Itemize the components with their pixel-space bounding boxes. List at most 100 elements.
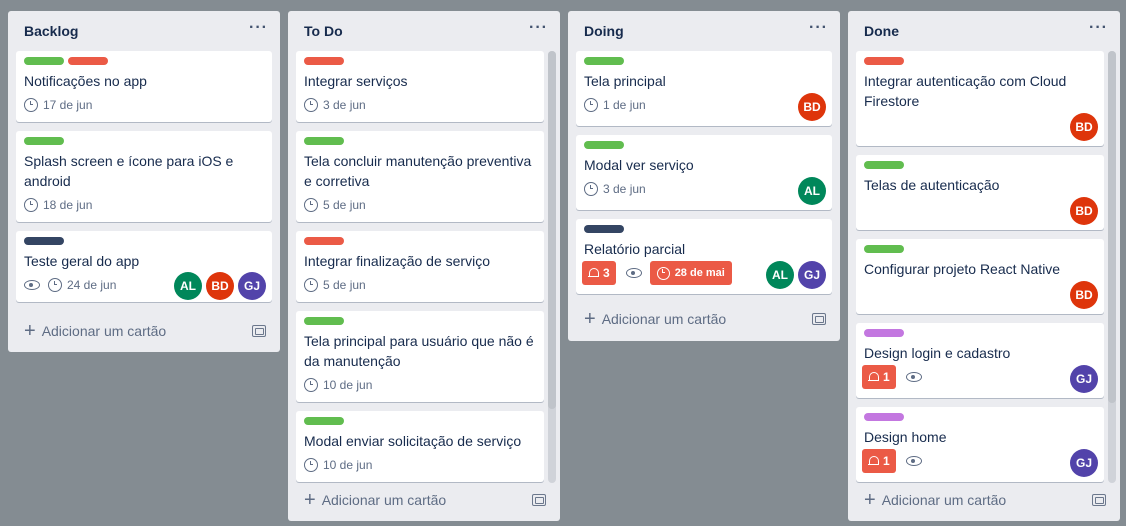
due-date-badge: 10 de jun: [304, 375, 372, 395]
label-green[interactable]: [864, 161, 904, 169]
list-menu-icon[interactable]: ···: [249, 20, 268, 39]
list-title[interactable]: Backlog: [24, 23, 78, 39]
avatar[interactable]: BD: [798, 93, 826, 121]
clock-icon: [48, 278, 62, 292]
eye-icon: [905, 372, 922, 382]
card-title-line: Tela principal para usuário que não é: [304, 333, 534, 349]
due-date-badge: 5 de jun: [304, 195, 366, 215]
card-title-line: e corretiva: [304, 173, 370, 189]
add-card-button[interactable]: + Adicionar um cartão: [296, 486, 456, 514]
card-title: Tela principal: [584, 73, 666, 89]
label-red[interactable]: [304, 237, 344, 245]
card-integrar-finalizacao[interactable]: Integrar finalização de serviço 5 de jun: [296, 231, 544, 302]
label-green[interactable]: [304, 317, 344, 325]
card-template-icon[interactable]: [252, 325, 266, 337]
label-green[interactable]: [24, 137, 64, 145]
label-green[interactable]: [584, 141, 624, 149]
card-title: Notificações no app: [24, 73, 147, 89]
avatar[interactable]: BD: [1070, 281, 1098, 309]
scrollbar[interactable]: [548, 51, 556, 483]
card-template-icon[interactable]: [812, 313, 826, 325]
due-date-text: 24 de jun: [67, 278, 117, 292]
card-title: Design home: [864, 429, 947, 445]
avatar[interactable]: AL: [798, 177, 826, 205]
due-date-text: 3 de jun: [603, 182, 646, 196]
add-card-button[interactable]: + Adicionar um cartão: [856, 486, 1016, 514]
clock-icon: [304, 198, 318, 212]
card-relatorio-parcial[interactable]: Relatório parcial 3 28 de mai AL GJ: [576, 219, 832, 294]
label-green[interactable]: [584, 57, 624, 65]
due-date-badge: 17 de jun: [24, 95, 92, 115]
label-red[interactable]: [68, 57, 108, 65]
overdue-date-badge[interactable]: 28 de mai: [649, 261, 732, 285]
card-badges: 5 de jun: [304, 195, 366, 215]
list-menu-icon[interactable]: ···: [809, 20, 828, 39]
card-title-line: da manutenção: [304, 353, 401, 369]
label-navy[interactable]: [584, 225, 624, 233]
card-labels: [304, 57, 344, 65]
card-tela-concluir-manutencao[interactable]: Tela concluir manutenção preventiva e co…: [296, 131, 544, 222]
card-title-line: Firestore: [864, 93, 920, 109]
card-splash-screen[interactable]: Splash screen e ícone para iOS e android…: [16, 131, 272, 222]
card-members: AL GJ: [766, 261, 826, 289]
card-tela-principal-usuario[interactable]: Tela principal para usuário que não é da…: [296, 311, 544, 402]
eye-icon: [24, 280, 40, 290]
list-title[interactable]: To Do: [304, 23, 343, 39]
card-template-icon[interactable]: [532, 494, 546, 506]
avatar[interactable]: BD: [1070, 113, 1098, 141]
card-template-icon[interactable]: [1092, 494, 1106, 506]
card-members: BD: [1070, 197, 1098, 225]
card-integrar-autenticacao[interactable]: Integrar autenticação com Cloud Firestor…: [856, 51, 1104, 146]
list-title[interactable]: Doing: [584, 23, 624, 39]
scrollbar[interactable]: [1108, 51, 1116, 483]
card-tela-principal[interactable]: Tela principal 1 de jun BD: [576, 51, 832, 126]
card-notificacoes[interactable]: Notificações no app 17 de jun: [16, 51, 272, 122]
avatar[interactable]: GJ: [798, 261, 826, 289]
clock-icon: [584, 182, 598, 196]
card-title: Integrar serviços: [304, 73, 408, 89]
label-green[interactable]: [864, 245, 904, 253]
card-labels: [24, 137, 64, 145]
label-green[interactable]: [304, 137, 344, 145]
clock-icon: [584, 98, 598, 112]
card-telas-autenticacao[interactable]: Telas de autenticação BD: [856, 155, 1104, 230]
list-title[interactable]: Done: [864, 23, 899, 39]
list-menu-icon[interactable]: ···: [529, 20, 548, 39]
label-red[interactable]: [864, 57, 904, 65]
card-teste-geral[interactable]: Teste geral do app 24 de jun AL BD GJ: [16, 231, 272, 302]
list-menu-icon[interactable]: ···: [1089, 20, 1108, 39]
avatar[interactable]: BD: [206, 272, 234, 300]
bell-icon: [868, 455, 879, 467]
card-labels: [304, 237, 344, 245]
avatar[interactable]: BD: [1070, 197, 1098, 225]
label-red[interactable]: [304, 57, 344, 65]
due-date-badge: 5 de jun: [304, 275, 366, 295]
card-badges: 1: [862, 365, 922, 389]
label-purple[interactable]: [864, 329, 904, 337]
notification-count: 1: [883, 454, 890, 468]
card-labels: [864, 161, 904, 169]
card-design-login-cadastro[interactable]: Design login e cadastro 1 GJ: [856, 323, 1104, 398]
add-card-button[interactable]: + Adicionar um cartão: [576, 305, 736, 333]
label-navy[interactable]: [24, 237, 64, 245]
card-configurar-react-native[interactable]: Configurar projeto React Native BD: [856, 239, 1104, 314]
avatar[interactable]: AL: [174, 272, 202, 300]
card-modal-enviar-solicitacao[interactable]: Modal enviar solicitação de serviço 10 d…: [296, 411, 544, 482]
avatar[interactable]: GJ: [1070, 365, 1098, 393]
card-members: BD: [1070, 281, 1098, 309]
label-purple[interactable]: [864, 413, 904, 421]
card-integrar-servicos[interactable]: Integrar serviços 3 de jun: [296, 51, 544, 122]
label-green[interactable]: [24, 57, 64, 65]
label-green[interactable]: [304, 417, 344, 425]
scrollbar-thumb[interactable]: [1108, 51, 1116, 403]
card-labels: [304, 317, 344, 325]
avatar[interactable]: GJ: [1070, 449, 1098, 477]
scrollbar-thumb[interactable]: [548, 51, 556, 409]
add-card-button[interactable]: + Adicionar um cartão: [16, 317, 176, 345]
card-title: Modal enviar solicitação de serviço: [304, 433, 522, 449]
avatar[interactable]: GJ: [238, 272, 266, 300]
card-modal-ver-servico[interactable]: Modal ver serviço 3 de jun AL: [576, 135, 832, 210]
card-badges: 3 de jun: [584, 179, 646, 199]
card-design-home[interactable]: Design home 1 GJ: [856, 407, 1104, 482]
avatar[interactable]: AL: [766, 261, 794, 289]
